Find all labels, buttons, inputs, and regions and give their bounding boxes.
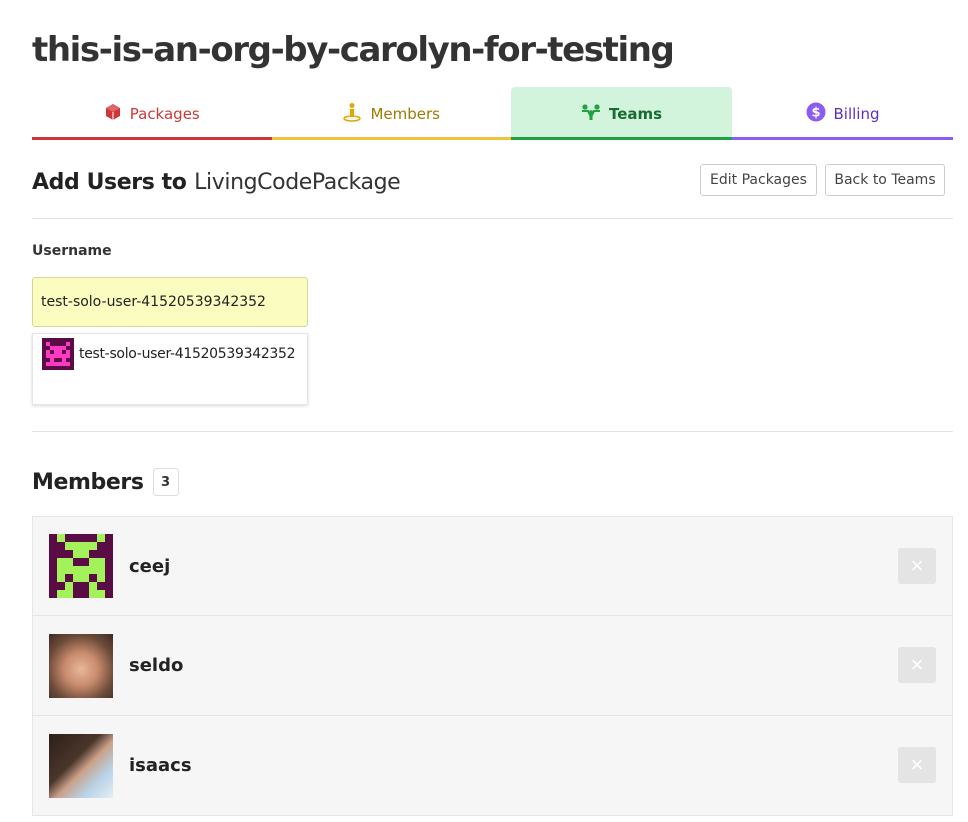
members-title: Members: [32, 469, 144, 495]
divider: [32, 431, 953, 432]
edit-packages-button[interactable]: Edit Packages: [700, 164, 817, 196]
avatar: [49, 534, 113, 598]
tab-label: Packages: [129, 104, 200, 123]
tab-billing[interactable]: $ Billing: [732, 87, 953, 140]
remove-member-button[interactable]: ×: [898, 747, 936, 783]
member-name: isaacs: [129, 755, 192, 776]
member-list: ceej × seldo × isaacs ×: [32, 516, 953, 816]
member-icon: [342, 102, 362, 126]
tab-label: Teams: [608, 104, 663, 123]
tab-label: Members: [370, 104, 440, 123]
autocomplete-suggestion[interactable]: test-solo-user-41520539342352: [33, 334, 307, 374]
back-to-teams-button[interactable]: Back to Teams: [825, 164, 945, 196]
username-input[interactable]: [32, 277, 308, 327]
tab-teams[interactable]: Teams: [511, 87, 732, 140]
add-users-prefix: Add Users to: [32, 170, 187, 195]
members-count-badge: 3: [152, 468, 179, 496]
avatar: [49, 733, 113, 798]
suggestion-username: test-solo-user-41520539342352: [79, 346, 296, 362]
billing-icon: $: [806, 102, 826, 126]
tab-label: Billing: [833, 104, 880, 123]
autocomplete-dropdown: test-solo-user-41520539342352: [32, 333, 308, 405]
close-icon: ×: [910, 553, 924, 578]
close-icon: ×: [910, 652, 924, 677]
member-row: isaacs ×: [32, 716, 953, 816]
tab-members[interactable]: Members: [271, 87, 512, 140]
svg-text:$: $: [811, 105, 820, 120]
package-name: LivingCodePackage: [194, 170, 401, 195]
member-row: seldo ×: [32, 616, 953, 716]
add-users-heading: Add Users to LivingCodePackage: [32, 170, 401, 195]
member-row: ceej ×: [32, 516, 953, 616]
tab-packages[interactable]: Packages: [32, 87, 272, 140]
members-heading: Members 3: [32, 468, 179, 496]
org-tabs: Packages Members Teams $ Billing: [32, 87, 953, 140]
avatar: [42, 338, 74, 370]
avatar: [49, 633, 113, 698]
member-name: ceej: [129, 555, 171, 577]
username-label: Username: [32, 243, 112, 259]
remove-member-button[interactable]: ×: [898, 647, 936, 683]
org-title: this-is-an-org-by-carolyn-for-testing: [32, 30, 675, 70]
package-icon: [104, 103, 122, 125]
member-name: seldo: [129, 655, 184, 676]
remove-member-button[interactable]: ×: [898, 548, 936, 584]
teams-icon: [581, 103, 601, 125]
close-icon: ×: [910, 752, 924, 777]
divider: [32, 218, 953, 219]
